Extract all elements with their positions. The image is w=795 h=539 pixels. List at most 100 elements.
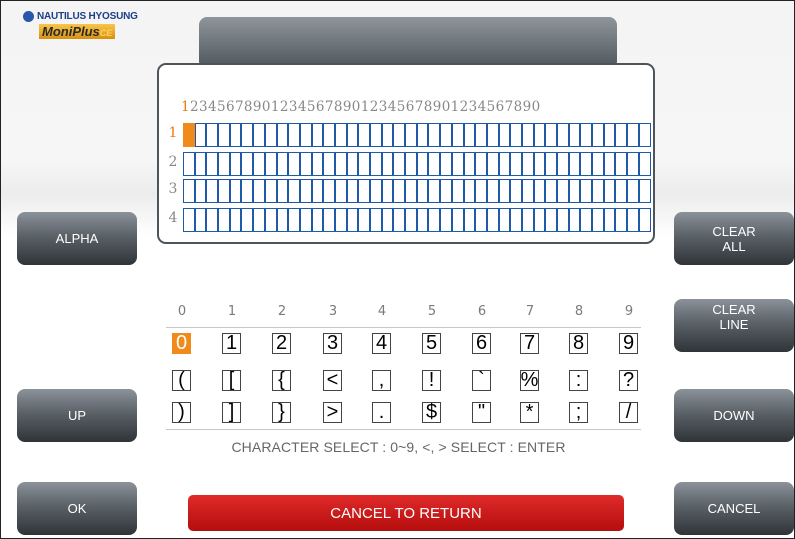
editor-cell[interactable] bbox=[498, 208, 511, 232]
editor-cell[interactable] bbox=[580, 123, 593, 147]
editor-cell[interactable] bbox=[498, 123, 511, 147]
char-key[interactable]: : bbox=[569, 369, 588, 391]
editor-cell[interactable] bbox=[615, 179, 628, 203]
editor-cell[interactable] bbox=[288, 123, 300, 147]
editor-cell[interactable] bbox=[615, 208, 628, 232]
editor-cell[interactable] bbox=[299, 123, 312, 147]
editor-cell[interactable] bbox=[311, 123, 324, 147]
editor-cell[interactable] bbox=[183, 208, 195, 232]
editor-cell[interactable] bbox=[416, 123, 429, 147]
editor-cell[interactable] bbox=[405, 208, 417, 232]
char-key[interactable]: 7 bbox=[520, 332, 539, 354]
editor-cell[interactable] bbox=[510, 152, 522, 176]
editor-cell[interactable] bbox=[253, 152, 265, 176]
editor-cell[interactable] bbox=[510, 208, 522, 232]
down-button[interactable]: DOWN bbox=[674, 389, 794, 442]
editor-cell[interactable] bbox=[580, 179, 593, 203]
editor-cell[interactable] bbox=[603, 123, 616, 147]
clear-all-button[interactable]: CLEAR ALL bbox=[674, 212, 794, 265]
editor-cell[interactable] bbox=[545, 179, 557, 203]
editor-cell[interactable] bbox=[486, 123, 499, 147]
char-key[interactable]: ! bbox=[422, 369, 441, 391]
char-key[interactable]: 8 bbox=[569, 332, 588, 354]
editor-cell[interactable] bbox=[568, 123, 581, 147]
char-key[interactable]: < bbox=[323, 369, 342, 391]
editor-cell[interactable] bbox=[580, 208, 593, 232]
char-key[interactable]: ; bbox=[569, 401, 588, 423]
editor-cell[interactable] bbox=[206, 179, 219, 203]
editor-cell[interactable] bbox=[334, 208, 347, 232]
char-key[interactable]: > bbox=[323, 401, 342, 423]
editor-cell[interactable] bbox=[428, 152, 441, 176]
editor-cell[interactable] bbox=[533, 123, 546, 147]
editor-cell[interactable] bbox=[206, 152, 219, 176]
editor-cell[interactable] bbox=[241, 123, 254, 147]
editor-cell[interactable] bbox=[451, 179, 464, 203]
editor-cell[interactable] bbox=[557, 152, 569, 176]
editor-cell[interactable] bbox=[183, 179, 195, 203]
char-key[interactable]: { bbox=[272, 369, 291, 391]
editor-cell[interactable] bbox=[276, 179, 289, 203]
editor-cell[interactable] bbox=[510, 179, 522, 203]
editor-cell[interactable] bbox=[428, 208, 441, 232]
editor-cell[interactable] bbox=[358, 152, 370, 176]
editor-cell[interactable] bbox=[638, 208, 651, 232]
editor-cell[interactable] bbox=[311, 208, 324, 232]
editor-cell[interactable] bbox=[253, 179, 265, 203]
editor-cell[interactable] bbox=[416, 179, 429, 203]
editor-cell[interactable] bbox=[299, 208, 312, 232]
editor-cell[interactable] bbox=[638, 123, 651, 147]
editor-cell[interactable] bbox=[451, 208, 464, 232]
editor-cell[interactable] bbox=[218, 179, 230, 203]
editor-cell[interactable] bbox=[323, 123, 335, 147]
editor-cell[interactable] bbox=[475, 123, 487, 147]
editor-cell[interactable] bbox=[638, 152, 651, 176]
editor-cell[interactable] bbox=[346, 179, 359, 203]
editor-cell[interactable] bbox=[603, 208, 616, 232]
editor-cell[interactable] bbox=[323, 208, 335, 232]
char-key[interactable]: , bbox=[372, 369, 391, 391]
editor-cell[interactable] bbox=[253, 208, 265, 232]
char-key[interactable]: ] bbox=[222, 401, 241, 423]
editor-cell[interactable] bbox=[486, 179, 499, 203]
editor-cell[interactable] bbox=[264, 208, 277, 232]
editor-cell[interactable] bbox=[288, 152, 300, 176]
editor-cell[interactable] bbox=[218, 208, 230, 232]
editor-cell[interactable] bbox=[463, 208, 476, 232]
char-key[interactable]: ) bbox=[172, 401, 191, 423]
editor-cell[interactable] bbox=[229, 123, 242, 147]
char-key[interactable]: 2 bbox=[272, 332, 291, 354]
editor-cell[interactable] bbox=[311, 179, 324, 203]
editor-cell[interactable] bbox=[592, 179, 604, 203]
editor-cell[interactable] bbox=[393, 152, 406, 176]
editor-cell[interactable] bbox=[533, 179, 546, 203]
editor-cell[interactable] bbox=[218, 123, 230, 147]
char-key[interactable]: % bbox=[520, 369, 539, 391]
editor-cell[interactable] bbox=[592, 152, 604, 176]
editor-cell[interactable] bbox=[592, 208, 604, 232]
editor-cell[interactable] bbox=[451, 123, 464, 147]
editor-cell[interactable] bbox=[194, 208, 207, 232]
editor-cell[interactable] bbox=[334, 179, 347, 203]
editor-cell[interactable] bbox=[521, 179, 534, 203]
editor-cell[interactable] bbox=[510, 123, 522, 147]
editor-cell[interactable] bbox=[264, 123, 277, 147]
editor-cell[interactable] bbox=[276, 152, 289, 176]
editor-cell[interactable] bbox=[475, 152, 487, 176]
char-key[interactable]: ` bbox=[472, 369, 491, 391]
editor-cell[interactable] bbox=[323, 179, 335, 203]
editor-cell[interactable] bbox=[241, 179, 254, 203]
char-key[interactable]: / bbox=[619, 401, 638, 423]
editor-cell[interactable] bbox=[486, 152, 499, 176]
editor-cell[interactable] bbox=[557, 208, 569, 232]
editor-cell[interactable] bbox=[533, 152, 546, 176]
editor-cell[interactable] bbox=[276, 208, 289, 232]
editor-cell[interactable] bbox=[428, 123, 441, 147]
editor-cell[interactable] bbox=[405, 179, 417, 203]
editor-cell[interactable] bbox=[521, 123, 534, 147]
editor-cell[interactable] bbox=[498, 152, 511, 176]
editor-cell[interactable] bbox=[381, 179, 394, 203]
editor-cell[interactable] bbox=[486, 208, 499, 232]
editor-cell[interactable] bbox=[592, 123, 604, 147]
editor-cell[interactable] bbox=[370, 179, 382, 203]
